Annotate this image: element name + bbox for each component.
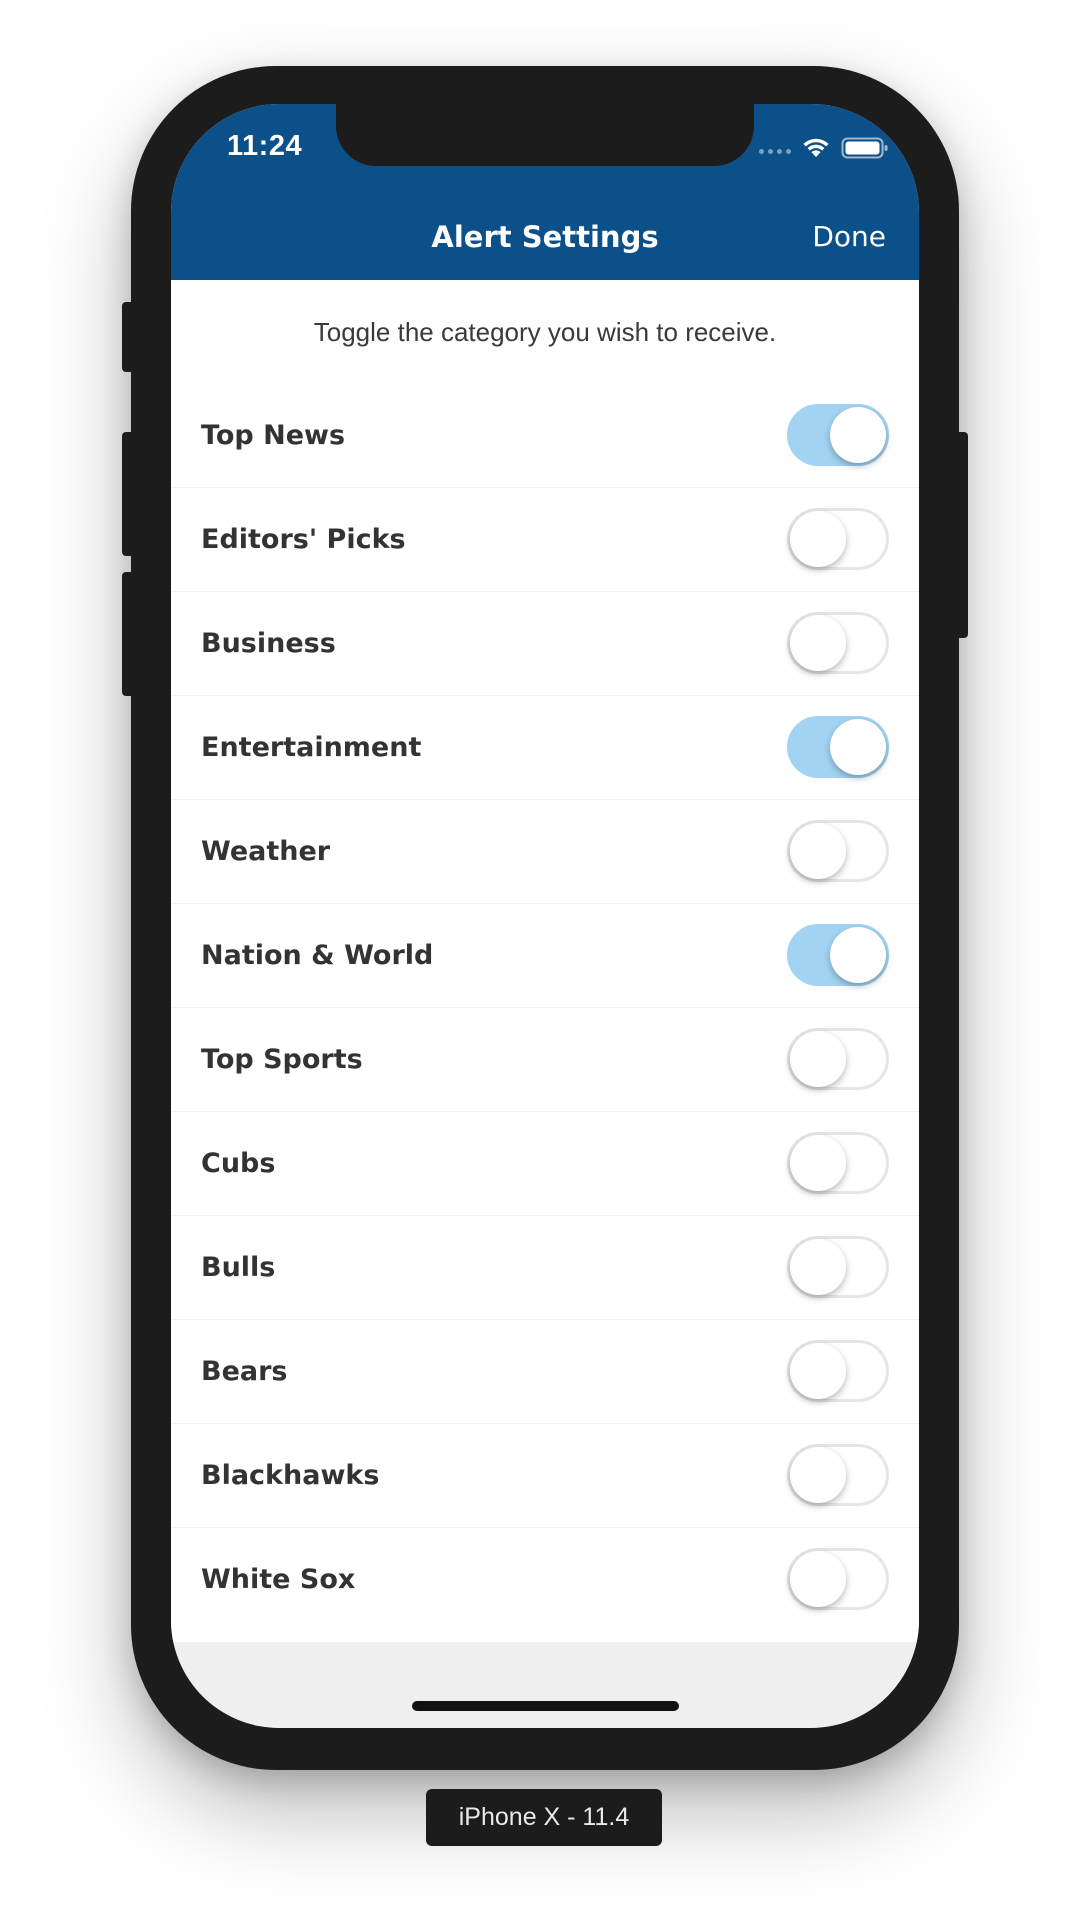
category-row: White Sox xyxy=(171,1528,919,1632)
navigation-bar: 11:24 Alert Settings Done xyxy=(171,104,919,280)
category-toggle[interactable] xyxy=(787,1548,889,1610)
category-toggle[interactable] xyxy=(787,612,889,674)
toggle-knob xyxy=(790,1239,846,1295)
category-row: Blackhawks xyxy=(171,1424,919,1528)
volume-down-button xyxy=(122,572,134,696)
category-row: Cubs xyxy=(171,1112,919,1216)
battery-icon xyxy=(841,137,888,159)
toggle-knob xyxy=(790,823,846,879)
notch xyxy=(336,104,754,166)
power-button xyxy=(956,432,968,638)
category-toggle[interactable] xyxy=(787,1132,889,1194)
toggle-knob xyxy=(830,927,886,983)
category-row: Bears xyxy=(171,1320,919,1424)
signal-dots-icon xyxy=(759,138,791,158)
toggle-knob xyxy=(790,615,846,671)
category-label: Weather xyxy=(201,836,331,867)
category-row: Business xyxy=(171,592,919,696)
settings-list: Toggle the category you wish to receive.… xyxy=(171,280,919,1642)
done-button[interactable]: Done xyxy=(812,220,886,253)
category-label: Nation & World xyxy=(201,940,434,971)
category-row: Nation & World xyxy=(171,904,919,1008)
category-toggle[interactable] xyxy=(787,1236,889,1298)
category-row: Editors' Picks xyxy=(171,488,919,592)
wifi-icon xyxy=(803,138,829,157)
category-row: Entertainment xyxy=(171,696,919,800)
category-label: Cubs xyxy=(201,1148,276,1179)
category-toggle[interactable] xyxy=(787,1444,889,1506)
category-toggle[interactable] xyxy=(787,1028,889,1090)
category-label: White Sox xyxy=(201,1564,356,1595)
toggle-knob xyxy=(790,1447,846,1503)
screen: 11:24 Alert Settings Done Toggle the cat… xyxy=(171,104,919,1728)
category-toggle[interactable] xyxy=(787,1340,889,1402)
instructions-text: Toggle the category you wish to receive. xyxy=(313,317,777,347)
category-row: Top Sports xyxy=(171,1008,919,1112)
home-indicator[interactable] xyxy=(412,1701,679,1711)
category-toggle[interactable] xyxy=(787,924,889,986)
category-row: Top News xyxy=(171,384,919,488)
category-label: Business xyxy=(201,628,336,659)
mute-switch xyxy=(122,302,134,372)
status-time: 11:24 xyxy=(227,130,303,162)
toggle-knob xyxy=(790,1135,846,1191)
toggle-knob xyxy=(830,719,886,775)
toggle-knob xyxy=(790,1551,846,1607)
category-toggle[interactable] xyxy=(787,820,889,882)
category-label: Bulls xyxy=(201,1252,276,1283)
status-icons xyxy=(759,136,889,160)
category-label: Entertainment xyxy=(201,732,422,763)
volume-up-button xyxy=(122,432,134,556)
toggle-knob xyxy=(790,1031,846,1087)
toggle-knob xyxy=(790,511,846,567)
category-label: Top Sports xyxy=(201,1044,363,1075)
category-label: Bears xyxy=(201,1356,288,1387)
category-row: Weather xyxy=(171,800,919,904)
toggle-knob xyxy=(830,407,886,463)
category-label: Blackhawks xyxy=(201,1460,380,1491)
category-label: Top News xyxy=(201,420,346,451)
page-title: Alert Settings xyxy=(431,220,659,254)
category-row: Bulls xyxy=(171,1216,919,1320)
category-label: Editors' Picks xyxy=(201,524,406,555)
category-rows: Top News Editors' Picks Business Entertainm… xyxy=(171,384,919,1632)
category-toggle[interactable] xyxy=(787,716,889,778)
category-toggle[interactable] xyxy=(787,404,889,466)
toggle-knob xyxy=(790,1343,846,1399)
device-label: iPhone X - 11.4 xyxy=(426,1789,662,1846)
category-toggle[interactable] xyxy=(787,508,889,570)
